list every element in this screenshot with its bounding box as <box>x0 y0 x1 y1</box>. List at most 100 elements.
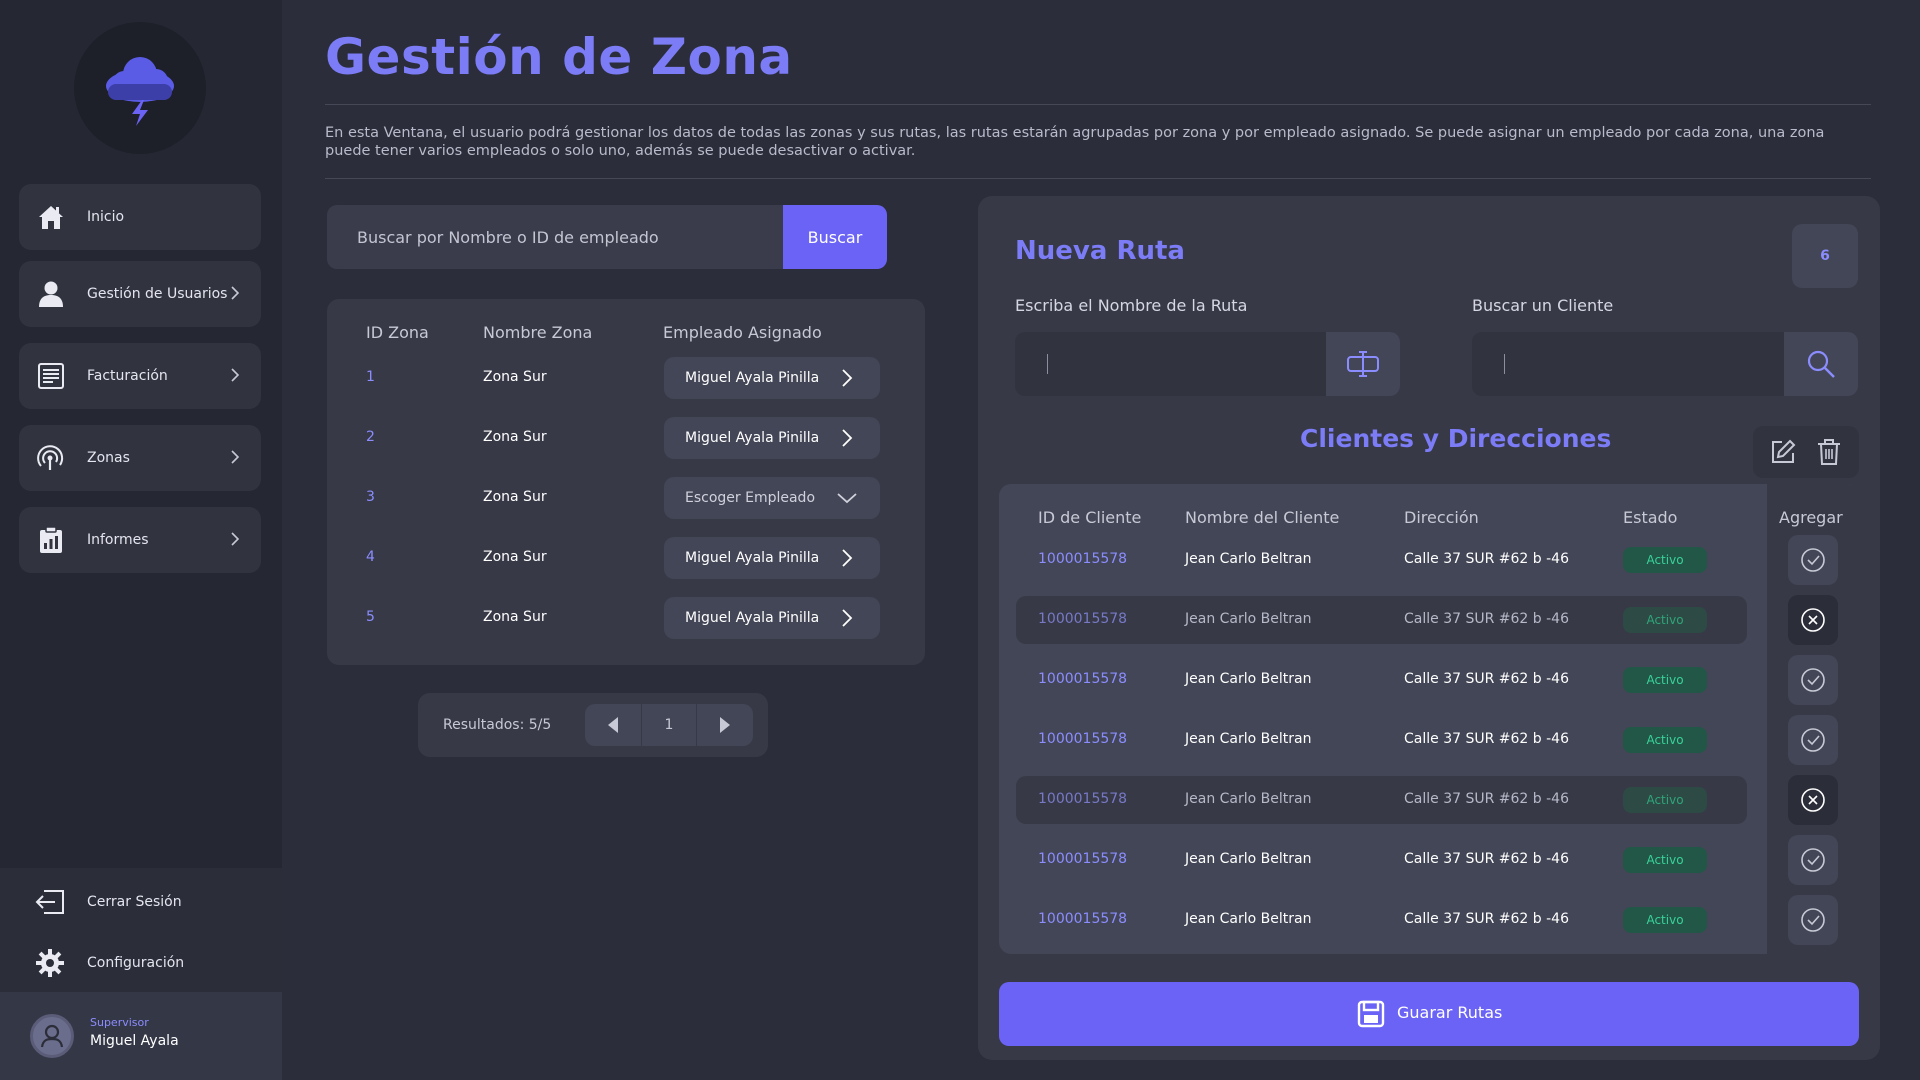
status-badge: Activo <box>1623 607 1707 633</box>
zone-id: 3 <box>366 489 375 505</box>
route-name-field <box>1015 332 1400 396</box>
client-address: Calle 37 SUR #62 b -46 <box>1404 851 1569 867</box>
assigned-employee-button[interactable]: Miguel Ayala Pinilla <box>664 417 880 459</box>
employee-name: Escoger Empleado <box>685 490 816 506</box>
delete-button[interactable] <box>1815 438 1843 466</box>
add-client-button[interactable] <box>1788 835 1838 885</box>
employee-search: Buscar <box>327 205 887 269</box>
report-icon <box>35 524 67 556</box>
check-circle-icon <box>1801 548 1825 572</box>
status-badge: Activo <box>1623 547 1707 573</box>
save-icon <box>1357 1000 1385 1028</box>
sidebar-item-inicio[interactable]: Inicio <box>19 184 261 250</box>
zone-id: 5 <box>366 609 375 625</box>
client-search-field <box>1472 332 1858 396</box>
employee-name: Miguel Ayala Pinilla <box>685 550 820 566</box>
text-cursor-icon <box>1347 351 1379 377</box>
previous-page-button[interactable] <box>585 704 641 746</box>
client-id: 1000015578 <box>1038 851 1128 867</box>
table-row: 1000015578 Jean Carlo Beltran Calle 37 S… <box>999 715 1859 765</box>
text-caret <box>1504 354 1505 374</box>
zone-name: Zona Sur <box>483 609 547 625</box>
status-badge: Activo <box>1623 727 1707 753</box>
sidebar-item-gestion-usuarios[interactable]: Gestión de Usuarios <box>19 261 261 327</box>
zone-name: Zona Sur <box>483 489 547 505</box>
assigned-employee-button[interactable]: Miguel Ayala Pinilla <box>664 357 880 399</box>
sidebar-item-zonas[interactable]: Zonas <box>19 425 261 491</box>
results-count: Resultados: 5/5 <box>443 717 552 733</box>
choose-employee-dropdown[interactable]: Escoger Empleado <box>664 477 880 519</box>
column-header: ID Zona <box>366 323 429 342</box>
search-button[interactable]: Buscar <box>783 205 887 269</box>
status-badge: Activo <box>1623 847 1707 873</box>
table-row: 2 Zona Sur Miguel Ayala Pinilla <box>327 417 925 461</box>
client-name: Jean Carlo Beltran <box>1185 851 1312 867</box>
table-row: 4 Zona Sur Miguel Ayala Pinilla <box>327 537 925 581</box>
settings-button[interactable]: Configuración <box>0 938 282 988</box>
current-page: 1 <box>641 704 697 746</box>
sidebar-item-label: Zonas <box>87 450 130 466</box>
zones-table: ID Zona Nombre Zona Empleado Asignado 1 … <box>327 299 925 665</box>
add-client-button[interactable] <box>1788 715 1838 765</box>
assigned-employee-button[interactable]: Miguel Ayala Pinilla <box>664 597 880 639</box>
logout-icon <box>34 886 66 918</box>
user-profile[interactable]: Supervisor Miguel Ayala <box>0 992 282 1080</box>
assigned-employee-button[interactable]: Miguel Ayala Pinilla <box>664 537 880 579</box>
status-badge: Activo <box>1623 787 1707 813</box>
column-header: Nombre del Cliente <box>1185 508 1340 527</box>
logout-button[interactable]: Cerrar Sesión <box>0 877 282 927</box>
table-row: 1000015578 Jean Carlo Beltran Calle 37 S… <box>999 535 1859 585</box>
cloud-bolt-icon <box>106 57 174 126</box>
client-address: Calle 37 SUR #62 b -46 <box>1404 911 1569 927</box>
status-badge: Activo <box>1623 667 1707 693</box>
clients-section-title: Clientes y Direcciones <box>1300 424 1612 453</box>
text-field-button[interactable] <box>1326 332 1400 396</box>
add-client-button[interactable] <box>1788 895 1838 945</box>
client-search-button[interactable] <box>1784 332 1858 396</box>
save-routes-button[interactable]: Guarar Rutas <box>999 982 1859 1046</box>
app-logo <box>74 22 206 154</box>
table-row: 1000015578 Jean Carlo Beltran Calle 37 S… <box>999 595 1859 645</box>
new-route-panel: Nueva Ruta 6 Escriba el Nombre de la Rut… <box>978 196 1880 1060</box>
edit-button[interactable] <box>1769 438 1797 466</box>
remove-client-button[interactable] <box>1788 775 1838 825</box>
add-client-button[interactable] <box>1788 535 1838 585</box>
close-circle-icon <box>1801 788 1825 812</box>
employee-name: Miguel Ayala Pinilla <box>685 370 820 386</box>
trash-icon <box>1818 439 1840 465</box>
client-name: Jean Carlo Beltran <box>1185 911 1312 927</box>
user-role: Supervisor <box>90 1016 149 1029</box>
divider <box>325 104 1871 105</box>
client-address: Calle 37 SUR #62 b -46 <box>1404 671 1569 687</box>
logout-label: Cerrar Sesión <box>87 894 182 910</box>
sidebar: Inicio Gestión de Usuarios Facturación Z… <box>0 0 282 1080</box>
chevron-down-icon <box>837 493 857 504</box>
close-circle-icon <box>1801 608 1825 632</box>
save-routes-label: Guarar Rutas <box>1397 1003 1503 1022</box>
check-circle-icon <box>1801 728 1825 752</box>
client-address: Calle 37 SUR #62 b -46 <box>1404 551 1569 567</box>
client-search-input[interactable] <box>1472 332 1784 396</box>
client-address: Calle 37 SUR #62 b -46 <box>1404 731 1569 747</box>
invoice-icon <box>35 360 67 392</box>
check-circle-icon <box>1801 848 1825 872</box>
remove-client-button[interactable] <box>1788 595 1838 645</box>
sidebar-item-label: Facturación <box>87 368 168 384</box>
route-panel-title: Nueva Ruta <box>1015 236 1185 266</box>
search-input[interactable] <box>327 205 783 269</box>
check-circle-icon <box>1801 908 1825 932</box>
settings-label: Configuración <box>87 955 185 971</box>
route-name-input[interactable] <box>1015 332 1326 396</box>
sidebar-item-informes[interactable]: Informes <box>19 507 261 573</box>
client-name: Jean Carlo Beltran <box>1185 611 1312 627</box>
user-avatar-icon <box>40 1024 64 1048</box>
zone-id: 2 <box>366 429 375 445</box>
triangle-left-icon <box>608 717 618 733</box>
table-row: 1000015578 Jean Carlo Beltran Calle 37 S… <box>999 835 1859 885</box>
avatar <box>30 1014 74 1058</box>
client-name: Jean Carlo Beltran <box>1185 731 1312 747</box>
next-page-button[interactable] <box>697 704 753 746</box>
sidebar-item-facturacion[interactable]: Facturación <box>19 343 261 409</box>
add-client-button[interactable] <box>1788 655 1838 705</box>
client-name: Jean Carlo Beltran <box>1185 551 1312 567</box>
